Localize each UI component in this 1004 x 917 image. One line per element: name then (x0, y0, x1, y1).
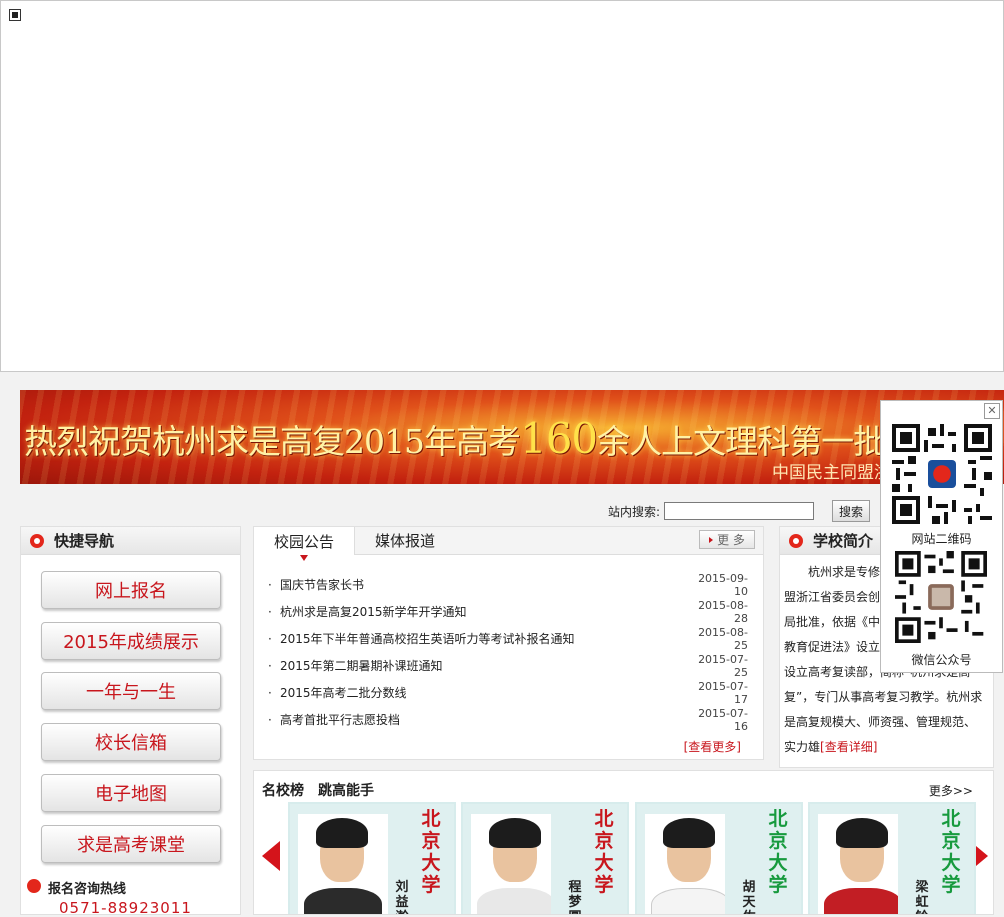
search-button[interactable]: 搜索 (832, 500, 871, 522)
news-item[interactable]: · 2015年高考二批分数线 2015-07-17 (268, 679, 748, 706)
student-card[interactable]: 程梦圆 北京大学 (461, 802, 629, 914)
close-icon[interactable]: ✕ (984, 403, 1000, 419)
view-more-link[interactable]: [查看更多] (684, 738, 741, 755)
intro-title: 学校简介 (813, 532, 874, 550)
site-search: 站内搜索: 搜索 (608, 500, 871, 522)
news-item[interactable]: · 杭州求是高复2015新学年开学通知 2015-08-28 (268, 598, 748, 625)
view-detail-link[interactable]: [查看详细] (820, 740, 877, 754)
university-name: 北京大学 (941, 808, 961, 896)
search-input[interactable] (664, 502, 815, 520)
tab-high-jumpers[interactable]: 跳高能手 (318, 783, 374, 799)
phone-bubble-icon (27, 879, 41, 893)
quick-nav-panel: 快捷导航 网上报名 2015年成绩展示 一年与一生 校长信箱 电子地图 求是高考… (20, 526, 241, 917)
news-tabs: 校园公告 媒体报道 更 多 (254, 527, 763, 561)
university-name: 北京大学 (594, 808, 614, 896)
quick-nav-title: 快捷导航 (54, 532, 115, 550)
student-card[interactable]: 胡天佐 北京大学 (635, 802, 803, 914)
qr-code-float: ✕ 网站二维码 微信公众号 (880, 400, 1003, 673)
student-photo (818, 814, 898, 914)
bullet-icon (789, 533, 803, 548)
student-name: 胡天佐 (742, 880, 756, 914)
bullet-icon (30, 533, 44, 548)
hotline-title: 报名咨询热线 (48, 882, 127, 897)
hotline-number: 0571-88923011 (59, 899, 192, 917)
wechat-qr-code (895, 551, 987, 643)
university-name: 北京大学 (421, 808, 441, 896)
promo-banner[interactable]: 热烈祝贺杭州求是高复2015年高考160余人上文理科第一批 中国民主同盟浙江省 (20, 390, 1004, 484)
student-name: 梁虹铃 (915, 880, 929, 914)
frame-placeholder-icon (9, 9, 21, 21)
news-more-button[interactable]: 更 多 (699, 530, 755, 549)
nav-button-principal-mailbox[interactable]: 校长信箱 (41, 723, 221, 761)
honor-tabs: 名校榜 跳高能手 (262, 780, 388, 800)
honor-more-link[interactable]: 更多>> (929, 782, 973, 799)
banner-headline: 热烈祝贺杭州求是高复2015年高考160余人上文理科第一批 (24, 414, 886, 463)
news-item[interactable]: · 国庆节告家长书 2015-09-10 (268, 571, 748, 598)
tab-honor-list[interactable]: 名校榜 (262, 783, 304, 799)
news-item[interactable]: · 2015年下半年普通高校招生英语听力等考试补报名通知 2015-08-25 (268, 625, 748, 652)
university-name: 北京大学 (768, 808, 788, 896)
news-item[interactable]: · 2015年第二期暑期补课班通知 2015-07-25 (268, 652, 748, 679)
tab-media-reports[interactable]: 媒体报道 (362, 527, 448, 554)
student-photo (645, 814, 725, 914)
search-label: 站内搜索: (608, 504, 661, 519)
website-qr-label: 网站二维码 (911, 532, 972, 546)
nav-button-online-signup[interactable]: 网上报名 (41, 571, 221, 609)
nav-button-one-year[interactable]: 一年与一生 (41, 672, 221, 710)
news-list: · 国庆节告家长书 2015-09-10 · 杭州求是高复2015新学年开学通知 201… (268, 571, 748, 733)
wechat-qr-label: 微信公众号 (911, 653, 972, 667)
student-photo (471, 814, 551, 914)
nav-button-results[interactable]: 2015年成绩展示 (41, 622, 221, 660)
play-icon (709, 536, 714, 543)
news-item[interactable]: · 高考首批平行志愿投档 2015-07-16 (268, 706, 748, 733)
tab-campus-notice[interactable]: 校园公告 (254, 527, 355, 561)
hotline: 报名咨询热线 0571-88923011 (21, 877, 240, 917)
nav-button-classroom[interactable]: 求是高考课堂 (41, 825, 221, 863)
embedded-frame (0, 0, 1004, 372)
honor-roll-panel: 名校榜跳高能手 更多>> 刘益瀚 北京大学 程梦圆 北京大学 胡天佐 北京大学 … (253, 770, 994, 915)
quick-nav-header: 快捷导航 (21, 527, 240, 555)
news-panel: 校园公告 媒体报道 更 多 · 国庆节告家长书 2015-09-10 · 杭州求是高复… (253, 526, 764, 760)
nav-button-map[interactable]: 电子地图 (41, 774, 221, 812)
student-photo (298, 814, 388, 914)
student-name: 刘益瀚 (395, 880, 409, 914)
student-card[interactable]: 刘益瀚 北京大学 (288, 802, 456, 914)
student-name: 程梦圆 (568, 880, 582, 914)
student-card[interactable]: 梁虹铃 北京大学 (808, 802, 976, 914)
prev-arrow-icon[interactable] (262, 841, 280, 871)
website-qr-code (892, 424, 992, 524)
